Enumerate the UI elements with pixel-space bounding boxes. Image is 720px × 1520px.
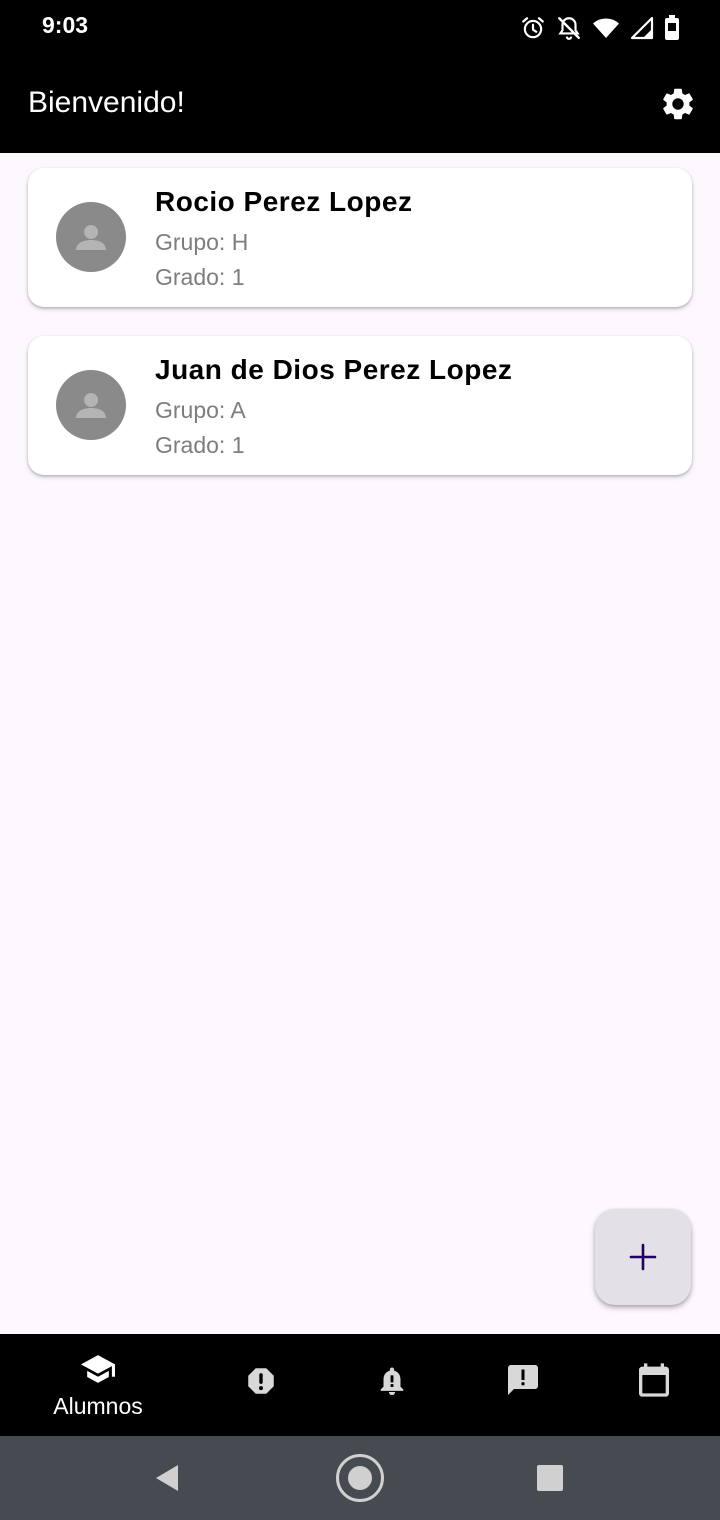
school-icon[interactable] [79, 1352, 117, 1386]
nav-label: Alumnos [53, 1393, 143, 1419]
bottom-navigation: Alumnos [0, 1334, 720, 1436]
nav-item-feedback[interactable] [458, 1334, 588, 1436]
student-grade: Grado: 1 [155, 432, 245, 458]
nav-item-reports[interactable] [196, 1334, 326, 1436]
back-button[interactable] [142, 1453, 192, 1503]
avatar [56, 370, 126, 440]
home-button[interactable] [335, 1453, 385, 1503]
student-card[interactable]: Rocio Perez Lopez Grupo: H Grado: 1 [28, 168, 692, 307]
student-list: Rocio Perez Lopez Grupo: H Grado: 1 Juan… [0, 153, 720, 1334]
signal-icon [630, 16, 654, 40]
person-icon [76, 393, 106, 418]
student-name: Rocio Perez Lopez [155, 186, 413, 217]
student-group: Grupo: A [155, 397, 246, 423]
recents-icon[interactable] [536, 1464, 564, 1492]
status-bar: 9:03 [0, 0, 720, 56]
app-title: Bienvenido! [28, 86, 185, 119]
back-icon[interactable] [152, 1463, 182, 1493]
report-icon[interactable] [244, 1364, 278, 1398]
student-name: Juan de Dios Perez Lopez [155, 354, 513, 385]
nav-item-calendar[interactable] [589, 1334, 719, 1436]
nav-item-alumnos[interactable]: Alumnos [33, 1334, 163, 1436]
status-icons [520, 14, 680, 42]
nav-item-notifications[interactable] [327, 1334, 457, 1436]
person-icon [76, 225, 106, 250]
app-bar: Bienvenido! [0, 56, 720, 153]
student-card[interactable]: Juan de Dios Perez Lopez Grupo: A Grado:… [28, 336, 692, 475]
status-time: 9:03 [42, 12, 89, 38]
avatar [56, 202, 126, 272]
home-icon[interactable] [335, 1453, 385, 1503]
calendar-icon[interactable] [634, 1360, 674, 1400]
notification-bell-icon[interactable] [375, 1364, 409, 1398]
feedback-icon[interactable] [505, 1362, 541, 1398]
student-grade: Grado: 1 [155, 264, 245, 290]
notifications-off-icon [558, 17, 580, 40]
student-group: Grupo: H [155, 229, 249, 255]
wifi-icon [593, 18, 619, 38]
battery-icon [665, 15, 679, 40]
system-navigation-bar [0, 1436, 720, 1520]
settings-button[interactable] [658, 84, 698, 124]
plus-icon[interactable] [628, 1242, 658, 1272]
add-student-button[interactable] [595, 1209, 691, 1305]
alarm-icon [522, 17, 544, 39]
gear-icon[interactable] [659, 85, 697, 123]
recents-button[interactable] [525, 1453, 575, 1503]
